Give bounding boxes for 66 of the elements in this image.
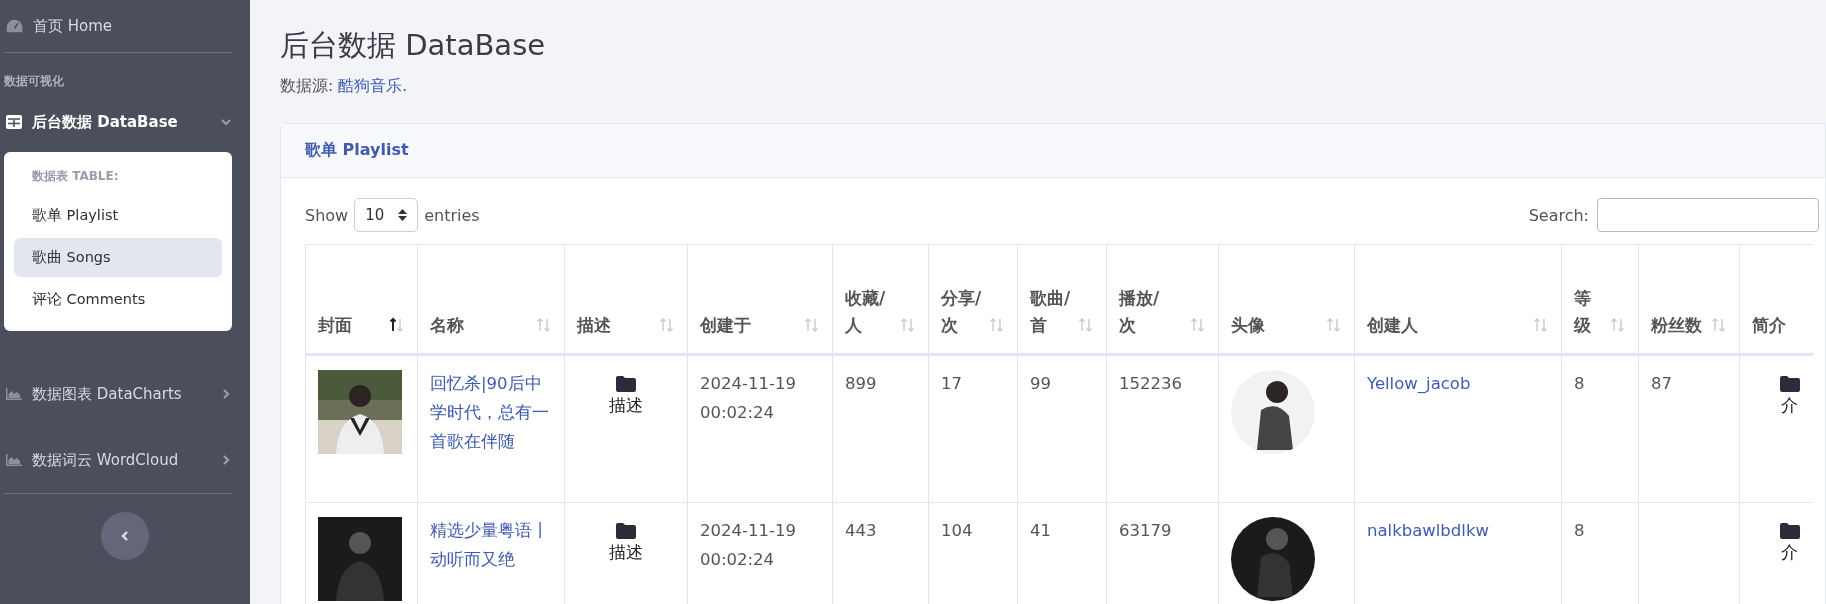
nav-item[interactable]: 首页 Home [0, 0, 250, 52]
column-header[interactable]: 收藏/人 [832, 244, 929, 355]
search-field[interactable] [1597, 198, 1819, 232]
table-cell: 63179 [1119, 521, 1172, 540]
submenu-item[interactable]: 歌曲 Songs [14, 238, 222, 277]
table-cell: 8 [1574, 521, 1585, 540]
column-header[interactable]: 歌曲/首 [1017, 244, 1107, 355]
column-header[interactable]: 封面 [305, 244, 418, 355]
table-cell: 443 [845, 521, 877, 540]
search-label: Search: [1528, 205, 1589, 225]
table-cell: 2024-11-19 00:02:24 [700, 374, 796, 422]
column-header[interactable]: 头像 [1218, 244, 1355, 355]
column-header[interactable]: 名称 [417, 244, 565, 355]
table-cell: 104 [941, 521, 973, 540]
collapse-button[interactable] [101, 512, 149, 560]
description-label: 描述 [609, 542, 643, 564]
entries-select[interactable]: 10 [354, 198, 419, 232]
updown-icon [398, 209, 408, 221]
page-title: 后台数据 DataBase [280, 27, 547, 64]
column-header[interactable]: 分享/次 [928, 244, 1018, 355]
folder-icon[interactable] [1779, 376, 1800, 392]
table-cell: 17 [941, 374, 962, 393]
sort-icon[interactable] [389, 317, 405, 333]
intro-label: 介 [1781, 395, 1798, 417]
table-cell: 899 [845, 374, 877, 393]
folder-icon[interactable] [616, 376, 636, 392]
creator-link[interactable]: nalkbawlbdlkw [1367, 521, 1489, 540]
chart-icon [6, 454, 22, 466]
table-cell: 2024-11-19 00:02:24 [700, 521, 796, 569]
column-header[interactable]: 播放/次 [1106, 244, 1219, 355]
submenu-item[interactable]: 评论 Comments [14, 280, 222, 319]
entries-label: entries [424, 205, 480, 225]
column-header[interactable]: 粉丝数 [1638, 244, 1740, 355]
chevron-down-icon [220, 116, 232, 128]
nav-item[interactable]: 数据图表 DataCharts [0, 361, 250, 427]
source-label: 数据源: [280, 77, 335, 95]
nav-item[interactable]: 数据词云 WordCloud [0, 427, 250, 493]
nav-item[interactable]: 后台数据 DataBase [0, 100, 250, 144]
table-icon [6, 115, 22, 129]
table-cell: 41 [1030, 521, 1051, 540]
description-label: 描述 [609, 395, 643, 417]
submenu-heading: 数据表 TABLE: [31, 168, 120, 185]
folder-icon[interactable] [616, 523, 636, 539]
table-cell: 99 [1030, 374, 1051, 393]
column-header[interactable]: 创建人 [1354, 244, 1562, 355]
column-header[interactable]: 描述 [564, 244, 688, 355]
column-header[interactable]: 简介 [1739, 244, 1813, 355]
nav-heading: 数据可视化 [3, 73, 65, 90]
creator-link[interactable]: Yellow_jacob [1367, 374, 1471, 393]
column-header[interactable]: 创建于 [687, 244, 833, 355]
chevron-right-icon [220, 454, 232, 466]
table-cell: 8 [1574, 374, 1585, 393]
table-cell: 87 [1651, 374, 1672, 393]
table-cell: 152236 [1119, 374, 1182, 393]
column-header[interactable]: 等级 [1561, 244, 1639, 355]
card-title: 歌单 Playlist [281, 124, 1825, 178]
chevron-right-icon [220, 388, 232, 400]
folder-icon[interactable] [1779, 523, 1800, 539]
submenu-item[interactable]: 歌单 Playlist [14, 196, 222, 235]
chevron-left-icon [120, 530, 130, 542]
chart-icon [6, 388, 22, 400]
source-end: . [402, 77, 408, 95]
dashboard-icon [6, 19, 23, 33]
show-label: Show [305, 205, 349, 225]
intro-label: 介 [1781, 542, 1798, 564]
source-link[interactable]: 酷狗音乐 [338, 77, 403, 95]
